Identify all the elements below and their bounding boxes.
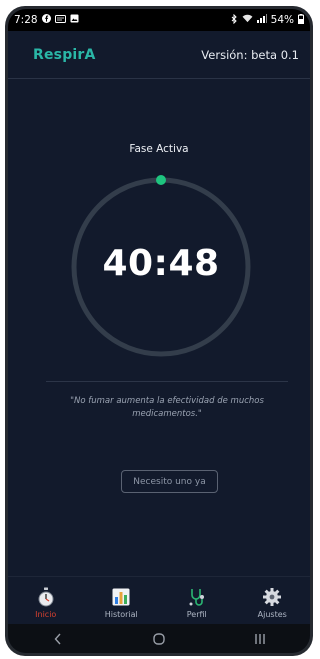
recents-icon [254, 633, 265, 644]
tab-historial[interactable]: Historial [84, 577, 160, 624]
bluetooth-icon [231, 13, 238, 27]
phase-label: Fase Activa [129, 143, 189, 155]
tab-inicio-label: Inicio [35, 610, 57, 619]
chevron-left-icon [54, 633, 61, 644]
tab-perfil-label: Perfil [186, 610, 207, 619]
image-icon [70, 14, 79, 26]
stethoscope-icon [188, 586, 206, 608]
countdown-timer: 40:48 [102, 243, 220, 284]
bar-chart-icon [112, 586, 130, 608]
wifi-icon [242, 14, 253, 26]
app-header: RespirA Versión: beta 0.1 [8, 31, 310, 79]
tab-perfil[interactable]: Perfil [159, 577, 235, 624]
recents-button[interactable] [240, 629, 280, 649]
battery-icon [298, 13, 304, 27]
phone-frame: 7:28 54% RespirA Versión: beta 0.1 Fase … [5, 6, 313, 656]
battery-percent: 54% [270, 14, 294, 26]
facebook-icon [41, 14, 51, 26]
progress-dot [156, 175, 166, 185]
motivational-quote: "No fumar aumenta la efectividad de much… [70, 396, 264, 419]
version-label: Versión: beta 0.1 [201, 47, 299, 62]
tab-ajustes[interactable]: Ajustes [235, 577, 311, 624]
back-button[interactable] [38, 629, 78, 649]
bottom-tab-bar: Inicio Historial Perfil Ajustes [8, 576, 310, 624]
tab-ajustes-label: Ajustes [257, 610, 287, 619]
tab-inicio[interactable]: Inicio [8, 577, 84, 624]
system-navigation-bar [8, 624, 310, 653]
message-icon [54, 14, 66, 26]
tab-historial-label: Historial [104, 610, 138, 619]
home-circle-icon [153, 632, 165, 645]
gear-icon [263, 586, 282, 608]
stopwatch-icon [38, 586, 54, 608]
signal-icon [256, 14, 267, 26]
status-time: 7:28 [14, 14, 38, 26]
home-button[interactable] [139, 629, 179, 649]
need-one-now-button[interactable]: Necesito uno ya [121, 470, 218, 493]
divider [46, 381, 288, 382]
app-screen: 7:28 54% RespirA Versión: beta 0.1 Fase … [8, 9, 310, 653]
status-bar: 7:28 54% [8, 9, 310, 31]
app-logo: RespirA [33, 46, 96, 63]
